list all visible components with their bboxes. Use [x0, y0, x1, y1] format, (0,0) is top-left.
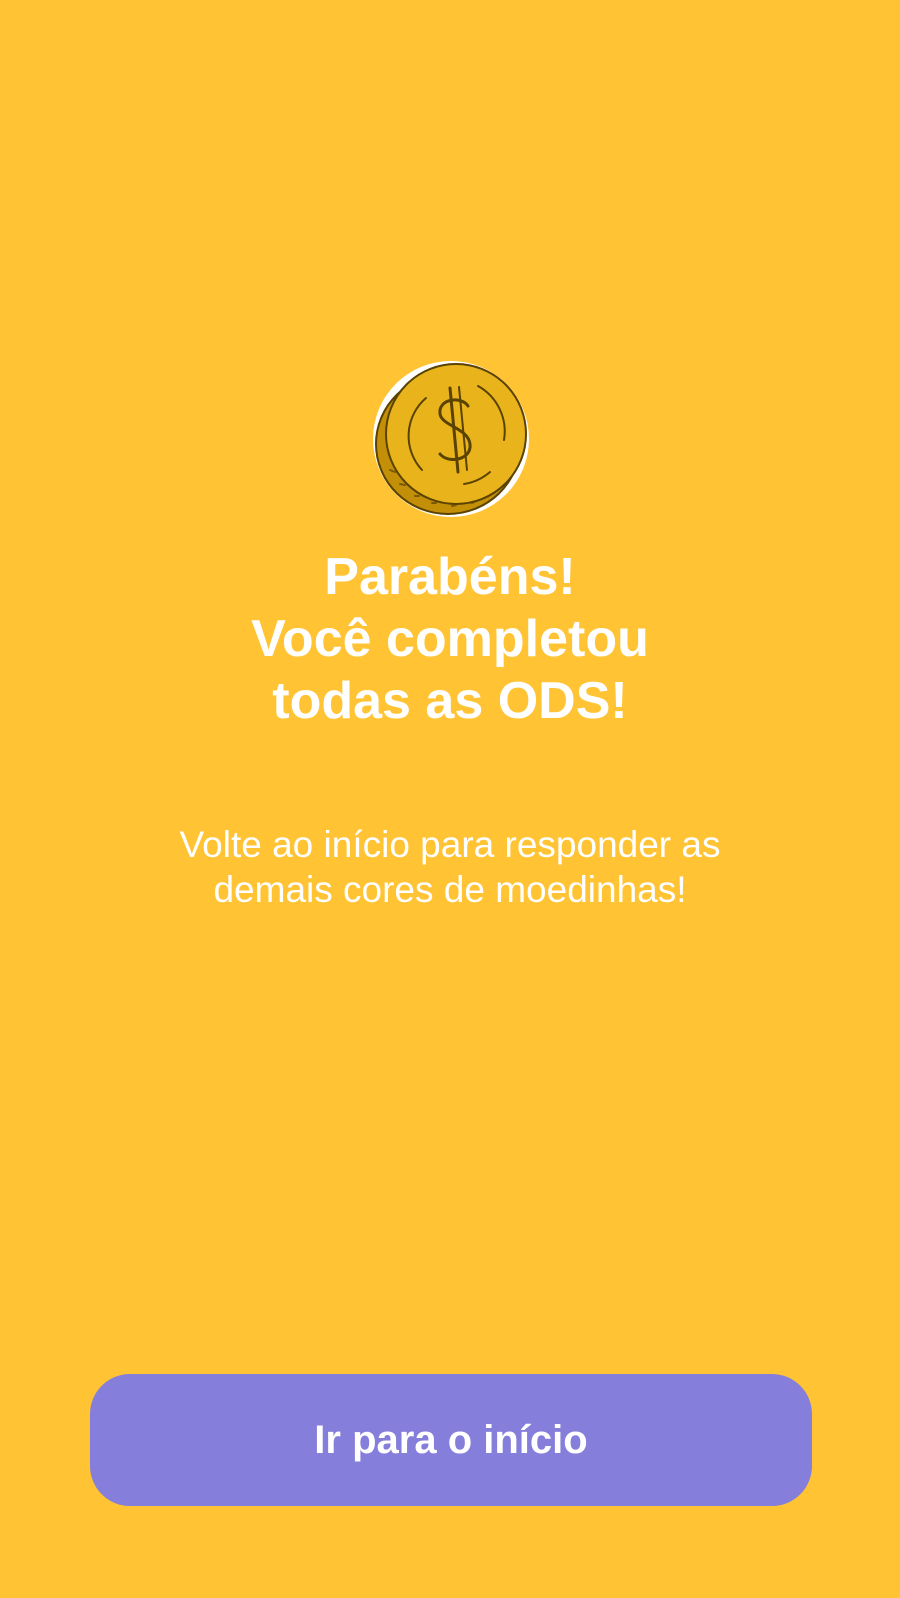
instruction-text: Volte ao início para responder as demais… — [0, 822, 900, 912]
instruction-line: Volte ao início para responder as — [179, 824, 721, 865]
gold-coin-icon — [370, 360, 532, 518]
completion-screen: Parabéns! Você completou todas as ODS! V… — [0, 0, 900, 1598]
title-line: Você completou — [251, 610, 649, 668]
instruction-line: demais cores de moedinhas! — [213, 869, 687, 910]
go-home-button[interactable]: Ir para o início — [90, 1374, 812, 1506]
page-title: Parabéns! Você completou todas as ODS! — [0, 546, 900, 732]
title-line: todas as ODS! — [272, 672, 628, 730]
title-line: Parabéns! — [324, 548, 576, 606]
